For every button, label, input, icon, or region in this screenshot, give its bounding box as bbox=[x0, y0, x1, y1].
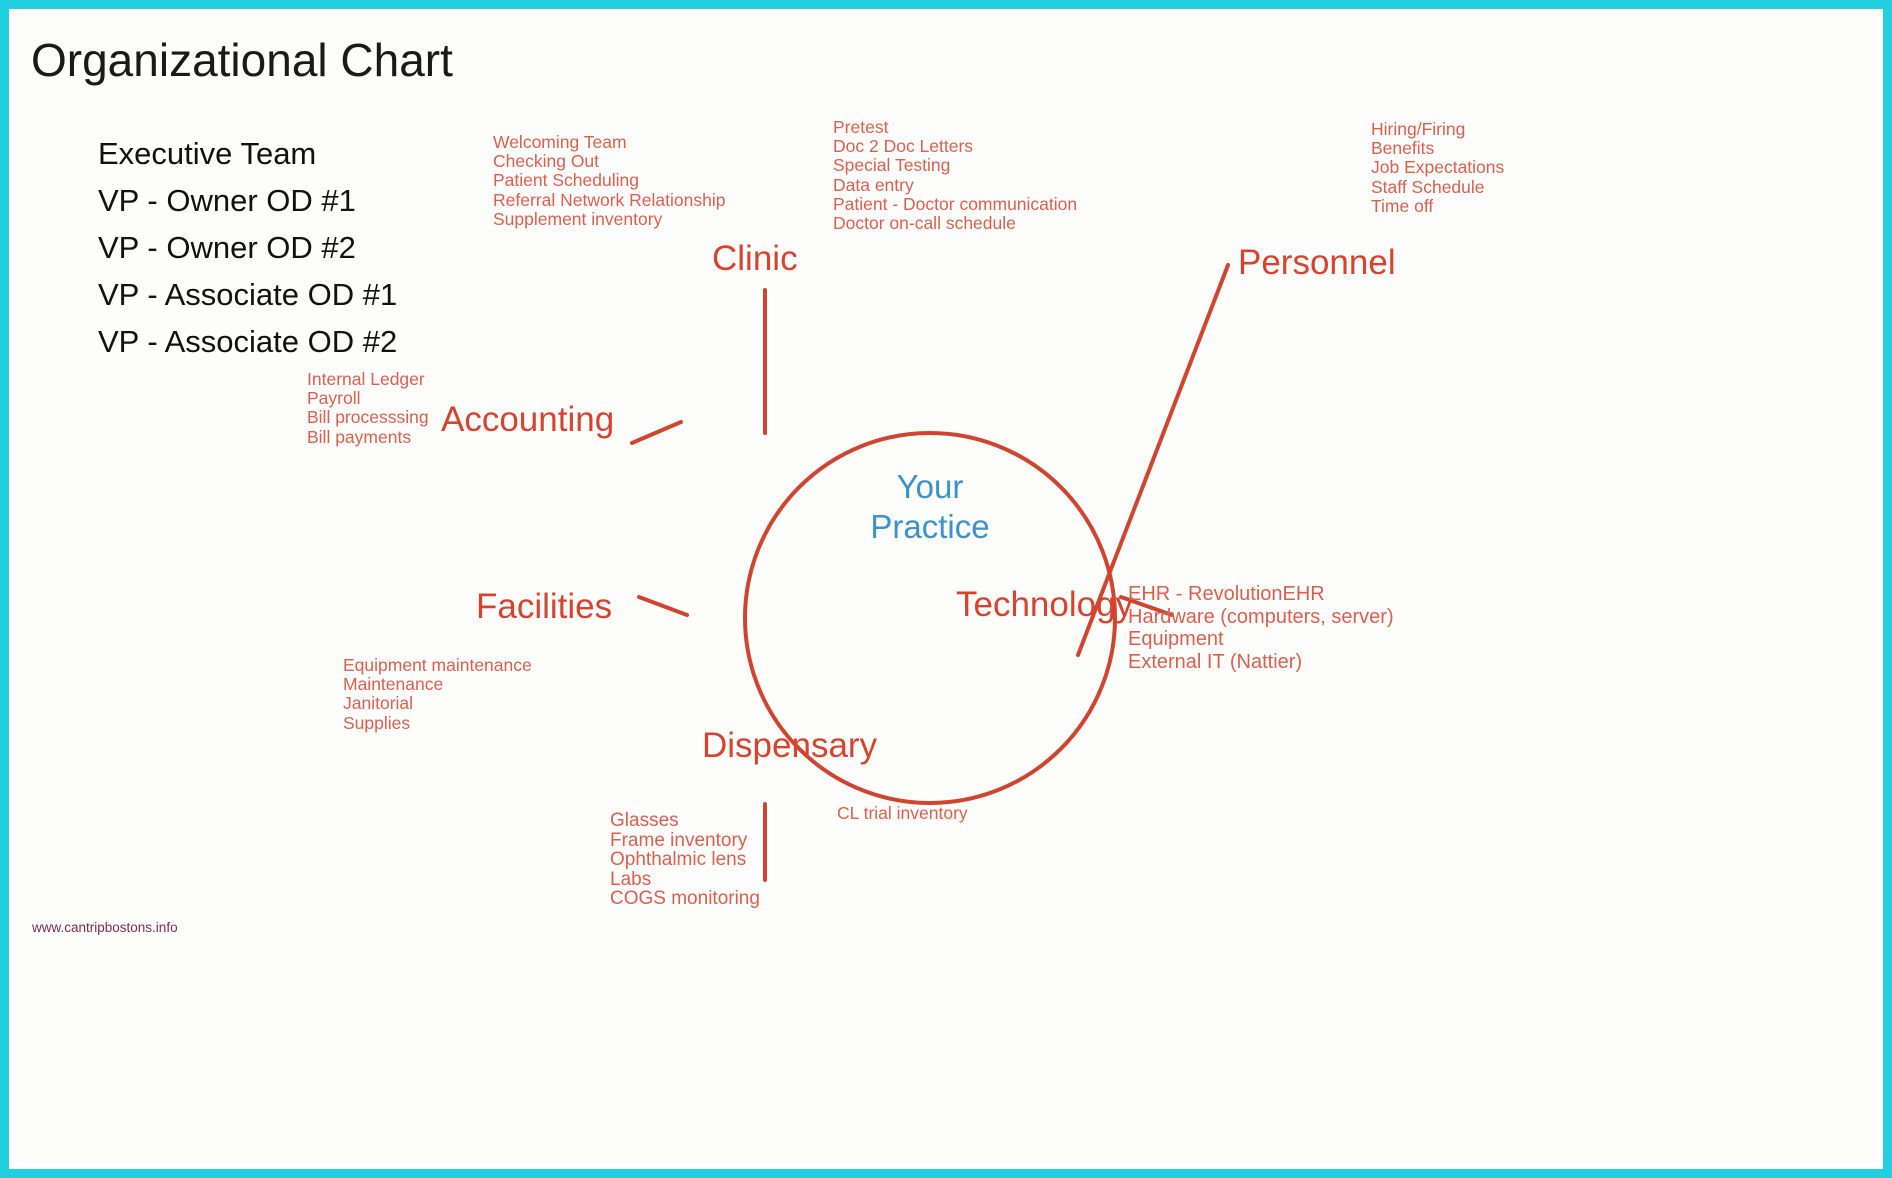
detail-item: Welcoming Team bbox=[493, 132, 627, 152]
chart-canvas: Organizational Chart Executive Team VP -… bbox=[15, 15, 1877, 1163]
detail-item: Data entry bbox=[833, 174, 914, 195]
detail-item: Doc 2 Doc Letters bbox=[833, 136, 974, 157]
detail-item: Patient Scheduling bbox=[493, 170, 639, 191]
detail-item: Doctor on-call schedule bbox=[833, 213, 1016, 234]
detail-item: Glasses bbox=[610, 810, 679, 831]
detail-item: Maintenance bbox=[343, 674, 444, 695]
branch-label-accounting[interactable]: Accounting bbox=[441, 400, 614, 440]
spoke-accounting bbox=[630, 420, 683, 445]
detail-item: Referral Network Relationship bbox=[493, 189, 726, 210]
detail-item: Job Expectations bbox=[1371, 157, 1505, 178]
detail-item: Labs bbox=[610, 868, 652, 890]
branch-label-dispensary[interactable]: Dispensary bbox=[702, 726, 877, 766]
detail-item: Ophthalmic lens bbox=[610, 849, 747, 870]
detail-list-dispensary: Glasses Frame inventory Ophthalmic lens … bbox=[610, 811, 760, 909]
detail-item: Staff Schedule bbox=[1371, 176, 1485, 197]
detail-item: External IT (Nattier) bbox=[1128, 650, 1303, 673]
detail-item: Patient - Doctor communication bbox=[833, 193, 1078, 214]
branch-label-facilities[interactable]: Facilities bbox=[476, 587, 612, 627]
detail-item: Equipment bbox=[1128, 628, 1224, 650]
detail-item: Checking Out bbox=[493, 151, 600, 172]
branch-label-clinic[interactable]: Clinic bbox=[712, 239, 798, 279]
detail-item: Internal Ledger bbox=[307, 369, 425, 389]
detail-item: Frame inventory bbox=[610, 829, 748, 851]
detail-item: Supplement inventory bbox=[493, 208, 663, 229]
detail-item: Benefits bbox=[1371, 138, 1435, 159]
detail-list-technology: EHR - RevolutionEHR Hardware (computers,… bbox=[1128, 583, 1394, 673]
detail-item: COGS monitoring bbox=[610, 888, 760, 909]
detail-list-clinic: Welcoming Team Checking Out Patient Sche… bbox=[493, 132, 726, 229]
detail-item: Pretest bbox=[833, 117, 889, 137]
detail-item: Equipment maintenance bbox=[343, 655, 532, 675]
detail-item: EHR - RevolutionEHR bbox=[1128, 583, 1325, 605]
detail-item: CL trial inventory bbox=[837, 803, 968, 823]
detail-item: Hardware (computers, server) bbox=[1128, 605, 1394, 628]
footer-url[interactable]: www.cantripbostons.info bbox=[32, 920, 178, 935]
detail-item: Payroll bbox=[307, 388, 361, 409]
detail-list-personnel: Hiring/Firing Benefits Job Expectations … bbox=[1371, 119, 1505, 216]
spoke-facilities bbox=[637, 595, 689, 617]
detail-item: Bill processsing bbox=[307, 407, 429, 428]
detail-list-clinic-secondary: Pretest Doc 2 Doc Letters Special Testin… bbox=[833, 117, 1078, 234]
detail-item: Janitorial bbox=[343, 693, 414, 714]
branch-label-technology[interactable]: Technology bbox=[956, 585, 1133, 625]
detail-item: Special Testing bbox=[833, 155, 951, 176]
detail-item: Bill payments bbox=[307, 426, 412, 447]
detail-item: Hiring/Firing bbox=[1371, 119, 1466, 139]
detail-item: Supplies bbox=[343, 712, 411, 733]
detail-list-dispensary-secondary: CL trial inventory bbox=[837, 803, 968, 823]
detail-list-accounting: Internal Ledger Payroll Bill processsing… bbox=[307, 369, 429, 447]
detail-list-facilities: Equipment maintenance Maintenance Janito… bbox=[343, 655, 532, 733]
organizational-chart-page: Organizational Chart Executive Team VP -… bbox=[0, 0, 1892, 1178]
detail-item: Time off bbox=[1371, 195, 1434, 216]
branch-label-personnel[interactable]: Personnel bbox=[1238, 243, 1396, 283]
